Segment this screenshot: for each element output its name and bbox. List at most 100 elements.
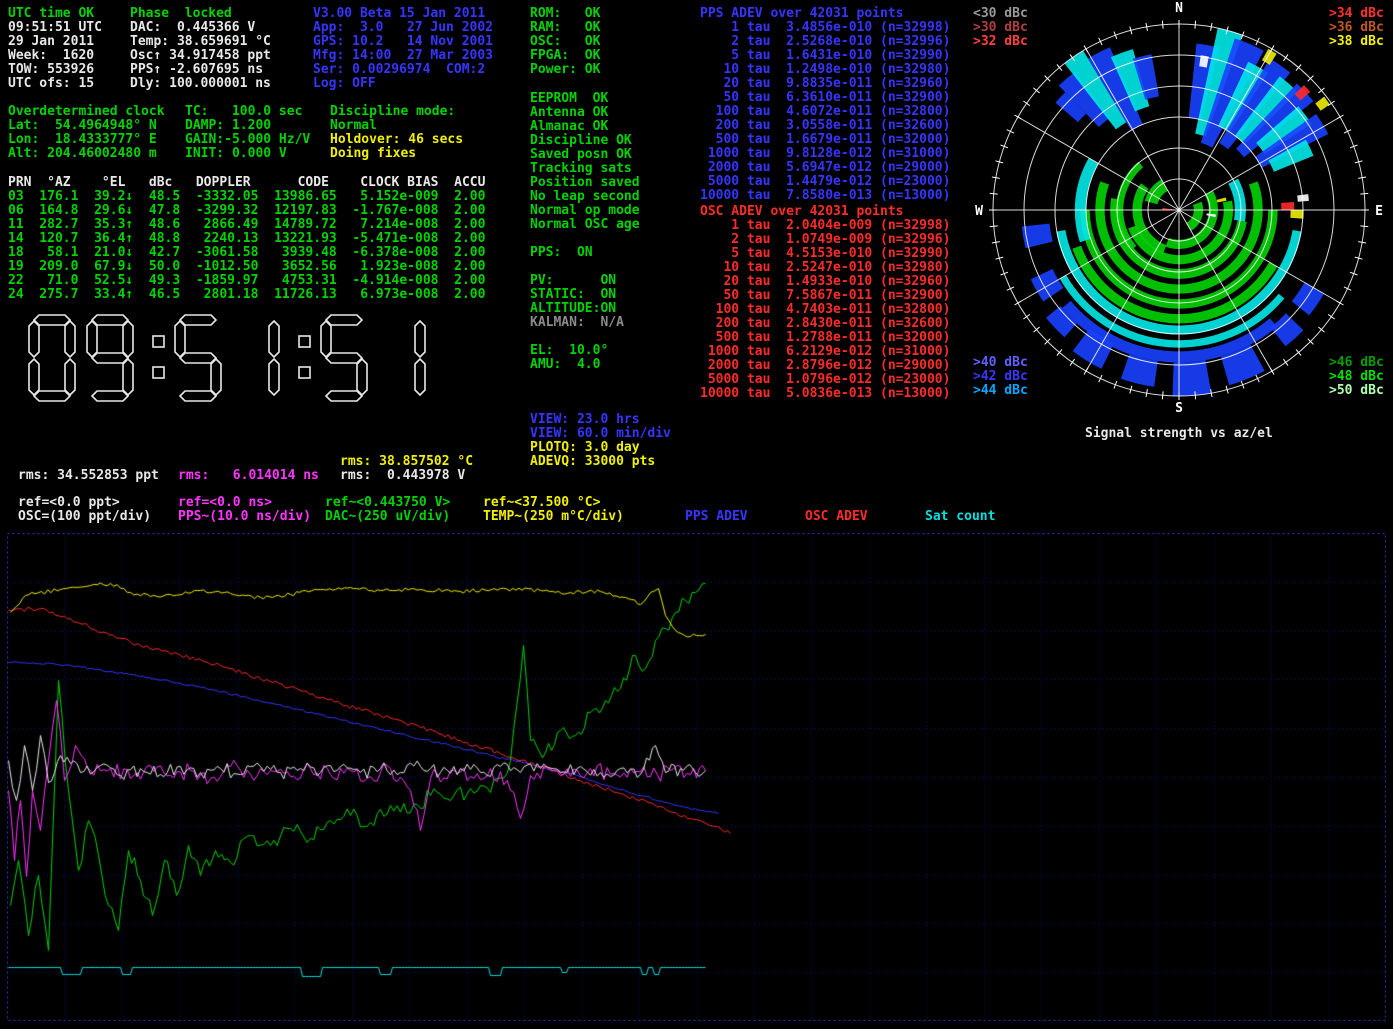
svg-text:S: S	[1175, 401, 1183, 416]
receiver-status-line: No leap second	[530, 190, 640, 204]
position-line: Alt: 204.46002480 m	[8, 147, 157, 161]
osc-adev-table: 1 tau 2.0404e-009 (n=32998) 2 tau 1.0749…	[700, 219, 950, 401]
osc-scale-line: OSC=(100 ppt/div)	[18, 510, 151, 524]
utc-info-line: UTC ofs: 15	[8, 77, 102, 91]
osc-adev-row: 2 tau 1.0749e-009 (n=32996)	[700, 233, 950, 247]
pps-adev-row: 10 tau 1.2498e-010 (n=32980)	[700, 63, 950, 77]
satellite-table-row: 19 209.0 67.9↓ 50.0 -1012.50 3652.56 1.9…	[8, 260, 485, 274]
view-setting-line: VIEW: 60.0 min/div	[530, 427, 671, 441]
version-line: GPS: 10.2 14 Nov 2001	[313, 35, 493, 49]
rms-pps-value: rms: 6.014014 ns	[178, 469, 319, 483]
osc-adev-row: 20 tau 1.4933e-010 (n=32960)	[700, 275, 950, 289]
oscillator-value-line: PPS↑ -2.607695 ns	[130, 63, 271, 77]
version-line: Mfg: 14:00 27 Mar 2003	[313, 49, 493, 63]
pps-adev-row: 5 tau 1.6431e-010 (n=32990)	[700, 49, 950, 63]
satellite-polar-plot[interactable]: NESW	[955, 0, 1393, 426]
svg-text:N: N	[1175, 1, 1183, 16]
satellite-table-row: 03 176.1 39.2↓ 48.5 -3332.05 13986.65 5.…	[8, 190, 485, 204]
osc-adev-row: 1000 tau 6.2129e-012 (n=31000)	[700, 345, 950, 359]
elevation-amu-block: EL: 10.0°AMU: 4.0	[530, 344, 608, 372]
receiver-status-line: Normal op mode	[530, 204, 640, 218]
oscillator-value-line: DAC: 0.445366 V	[130, 21, 271, 35]
satellite-table-row: 11 282.7 35.3↑ 48.6 2866.49 14789.72 7.2…	[8, 218, 485, 232]
queue-setting-line: ADEVQ: 33000 pts	[530, 455, 655, 469]
receiver-status-block: EEPROM OKAntenna OKAlmanac OKDiscipline …	[530, 92, 640, 232]
main-plot-area[interactable]	[7, 533, 1386, 1021]
oscillator-value-line: Osc↑ 34.917458 ppt	[130, 49, 271, 63]
pps-scale-line: ref=<0.0 ns>	[178, 496, 311, 510]
phase-status-title: Phase locked	[130, 7, 232, 21]
position-line: Lon: 18.4333777° E	[8, 133, 157, 147]
pps-adev-row: 500 tau 1.6679e-011 (n=32000)	[700, 133, 950, 147]
rms-temp-value: rms: 38.857502 °C	[340, 455, 473, 469]
polar-plot-caption: Signal strength vs az/el	[1085, 427, 1273, 441]
receiver-status-line: Saved posn OK	[530, 148, 640, 162]
position-block: Lat: 54.4964948° NLon: 18.4333777° EAlt:…	[8, 119, 157, 161]
dac-scale-line: DAC~(250 uV/div)	[325, 510, 450, 524]
receiver-mode-line: STATIC: ON	[530, 288, 616, 302]
clock-digits-svg	[26, 312, 440, 406]
pps-enabled-line: PPS: ON	[530, 246, 593, 260]
utc-info-line: Week: 1620	[8, 49, 102, 63]
holdover-status-line: Holdover: 46 secs	[330, 133, 463, 147]
version-line: V3.00 Beta 15 Jan 2011	[313, 7, 493, 21]
loop-parameter-line: INIT: 0.000 V	[185, 147, 310, 161]
hardware-status-line: FPGA: OK	[530, 49, 600, 63]
discipline-mode-line: Normal	[330, 119, 455, 133]
firmware-version-block: V3.00 Beta 15 Jan 2011App: 3.0 27 Jun 20…	[313, 7, 493, 91]
svg-text:E: E	[1375, 204, 1383, 219]
utc-status-title: UTC time OK	[8, 7, 94, 21]
dac-scale-line: ref~<0.443750 V>	[325, 496, 450, 510]
plot-legend-sat-count: Sat count	[925, 510, 995, 524]
osc-adev-row: 5000 tau 1.0796e-012 (n=23000)	[700, 373, 950, 387]
temp-scale-line: TEMP~(250 m°C/div)	[483, 510, 624, 524]
satellite-table-row: 22 71.0 52.5↓ 49.3 -1859.97 4753.31 -4.9…	[8, 274, 485, 288]
plot-legend-osc-adev: OSC ADEV	[805, 510, 868, 524]
hardware-status-line: Power: OK	[530, 63, 600, 77]
osc-adev-row: 5 tau 4.5153e-010 (n=32990)	[700, 247, 950, 261]
clock-mode-title: Overdetermined clock	[8, 105, 165, 119]
holdover-status-line: Doing fixes	[330, 147, 463, 161]
hardware-status-line: RAM: OK	[530, 21, 600, 35]
pps-adev-row: 2000 tau 5.6947e-012 (n=29000)	[700, 161, 950, 175]
receiver-mode-line: ALTITUDE:ON	[530, 302, 616, 316]
receiver-status-line: Normal OSC age	[530, 218, 640, 232]
pps-adev-row: 10000 tau 7.8580e-013 (n=13000)	[700, 189, 950, 203]
oscillator-value-line: Temp: 38.659691 °C	[130, 35, 271, 49]
utc-info-line: 29 Jan 2011	[8, 35, 102, 49]
discipline-mode-block: Discipline mode:Normal	[330, 105, 455, 133]
holdover-status-block: Holdover: 46 secsDoing fixes	[330, 133, 463, 161]
loop-parameter-line: DAMP: 1.200	[185, 119, 310, 133]
utc-info-line: TOW: 553926	[8, 63, 102, 77]
version-line: Log: OFF	[313, 77, 493, 91]
version-line: Ser: 0.00296974 COM:2	[313, 63, 493, 77]
hardware-status-line: OSC: OK	[530, 35, 600, 49]
plot-legend-pps-adev: PPS ADEV	[685, 510, 748, 524]
receiver-modes-block: PV: ONSTATIC: ONALTITUDE:ON	[530, 274, 616, 316]
rms-osc-value: rms: 34.552853 ppt	[18, 469, 159, 483]
satellite-table-row: 18 58.1 21.0↓ 42.7 -3061.58 3939.48 -6.3…	[8, 246, 485, 260]
dac-scale-block: ref~<0.443750 V>DAC~(250 uV/div)	[325, 496, 450, 524]
osc-adev-row: 10 tau 2.5247e-010 (n=32980)	[700, 261, 950, 275]
osc-adev-row: 100 tau 4.7403e-011 (n=32800)	[700, 303, 950, 317]
pps-adev-row: 5000 tau 1.4479e-012 (n=23000)	[700, 175, 950, 189]
satellite-table-row: 14 120.7 36.4↑ 48.8 2240.13 13221.93 -5.…	[8, 232, 485, 246]
osc-adev-row: 200 tau 2.8430e-011 (n=32600)	[700, 317, 950, 331]
pps-adev-title: PPS ADEV over 42031 points	[700, 7, 904, 21]
utc-info-block: 09:51:51 UTC29 Jan 2011Week: 1620TOW: 55…	[8, 21, 102, 91]
hardware-status-block: ROM: OKRAM: OKOSC: OKFPGA: OKPower: OK	[530, 7, 600, 77]
pps-adev-row: 200 tau 3.0558e-011 (n=32600)	[700, 119, 950, 133]
oscillator-value-line: Dly: 100.000001 ns	[130, 77, 271, 91]
satellite-table-header: PRN °AZ °EL dBc DOPPLER CODE CLOCK BIAS …	[8, 176, 485, 190]
kalman-status-line: KALMAN: N/A	[530, 316, 624, 330]
satellite-table: 03 176.1 39.2↓ 48.5 -3332.05 13986.65 5.…	[8, 190, 485, 302]
receiver-status-line: Tracking sats	[530, 162, 640, 176]
receiver-status-line: Position saved	[530, 176, 640, 190]
osc-scale-line: ref=<0.0 ppt>	[18, 496, 151, 510]
satellite-table-row: 24 275.7 33.4↑ 46.5 2801.18 11726.13 6.9…	[8, 288, 485, 302]
receiver-status-line: Discipline OK	[530, 134, 640, 148]
view-setting-line: VIEW: 23.0 hrs	[530, 413, 671, 427]
osc-adev-title: OSC ADEV over 42031 points	[700, 205, 904, 219]
osc-adev-row: 500 tau 1.2788e-011 (n=32000)	[700, 331, 950, 345]
loop-parameter-line: GAIN:-5.000 Hz/V	[185, 133, 310, 147]
